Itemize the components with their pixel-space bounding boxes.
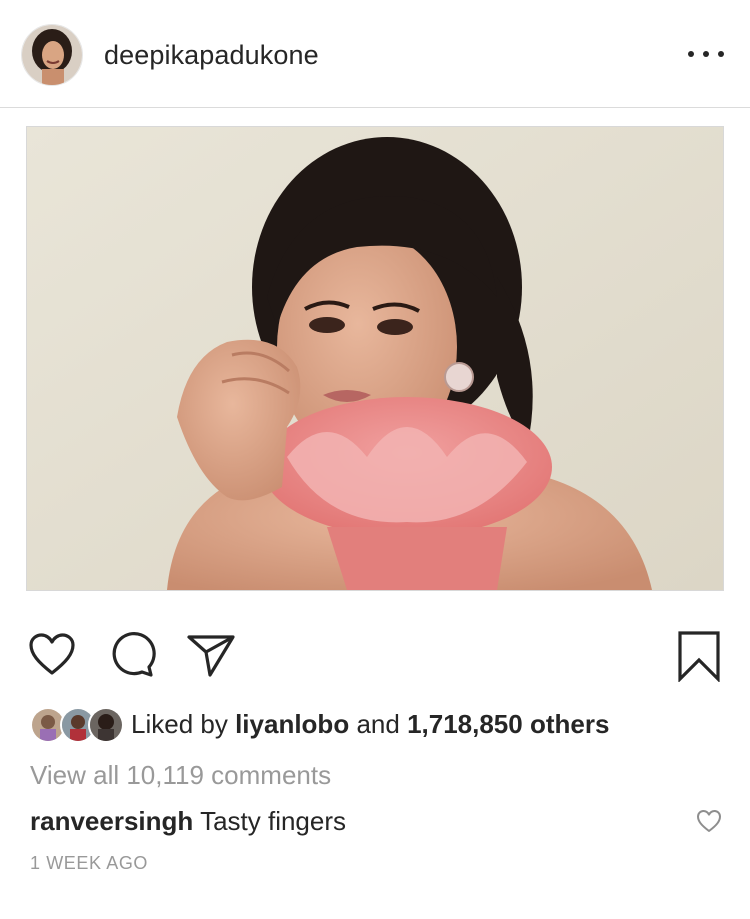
- bookmark-icon: [678, 631, 720, 682]
- first-liker-link[interactable]: liyanlobo: [235, 709, 349, 739]
- view-all-comments-link[interactable]: View all 10,119 comments: [30, 760, 331, 791]
- paper-plane-icon: [187, 635, 235, 677]
- likes-summary: Liked by liyanlobo and 1,718,850 others: [30, 705, 730, 745]
- more-options-button[interactable]: [688, 44, 724, 64]
- comment-text: Tasty fingers: [200, 806, 347, 836]
- post-timestamp: 1 WEEK AGO: [30, 853, 149, 873]
- more-dot-icon: [703, 51, 709, 57]
- speech-bubble-icon: [112, 632, 156, 677]
- likes-prefix: Liked by: [131, 709, 228, 739]
- comment-button[interactable]: [108, 632, 156, 678]
- heart-outline-icon: [29, 633, 75, 675]
- comment-like-button[interactable]: [696, 809, 722, 838]
- avatar: [88, 707, 124, 743]
- likes-text: Liked by liyanlobo and 1,718,850 others: [131, 709, 609, 740]
- likes-count-link[interactable]: 1,718,850 others: [407, 709, 609, 739]
- post-header: deepikapadukone: [0, 0, 750, 108]
- more-dot-icon: [718, 51, 724, 57]
- more-dot-icon: [688, 51, 694, 57]
- save-button[interactable]: [677, 630, 721, 682]
- action-bar: [0, 620, 750, 690]
- like-button[interactable]: [28, 632, 76, 676]
- likes-connector: and: [356, 709, 400, 739]
- comment-item: ranveersingh Tasty fingers: [30, 806, 346, 837]
- profile-avatar[interactable]: [21, 24, 83, 86]
- heart-outline-icon: [697, 810, 721, 832]
- post-photo[interactable]: [26, 126, 724, 591]
- comment-username[interactable]: ranveersingh: [30, 806, 193, 836]
- post-username[interactable]: deepikapadukone: [104, 40, 319, 71]
- liker-avatars[interactable]: [30, 707, 124, 743]
- share-button[interactable]: [186, 632, 236, 678]
